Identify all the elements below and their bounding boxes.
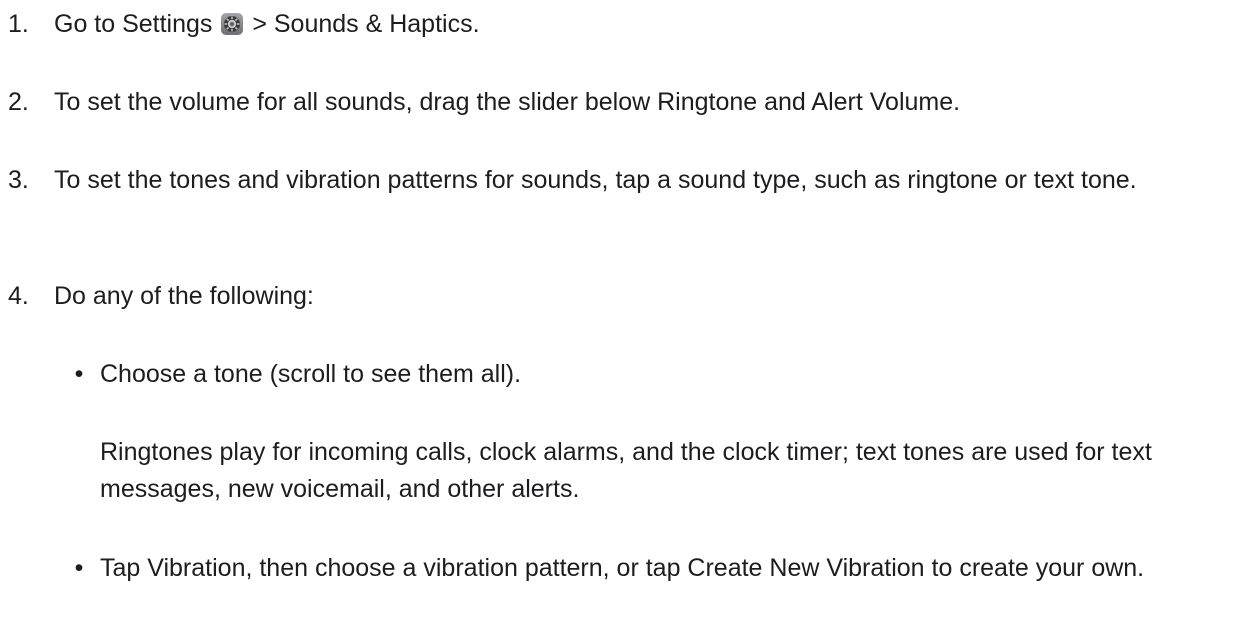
step-4: 4. Do any of the following:: [8, 278, 1201, 315]
step-3: 3. To set the tones and vibration patter…: [8, 162, 1201, 199]
step-2: 2. To set the volume for all sounds, dra…: [8, 84, 1201, 121]
step-number: 1.: [8, 10, 29, 38]
bullet-note-ringtones: Ringtones play for incoming calls, clock…: [100, 438, 1152, 503]
step-text: To set the tones and vibration patterns …: [54, 166, 1137, 194]
step-number: 4.: [8, 282, 29, 310]
step-text-before-icon: Go to Settings: [54, 10, 220, 38]
step-number: 2.: [8, 88, 29, 116]
settings-gear-icon: [221, 9, 244, 35]
step-number: 3.: [8, 166, 29, 194]
step-text-after-icon: > Sounds & Haptics.: [245, 10, 480, 38]
step-1: 1. Go to Settings > Sounds & Haptics.: [8, 6, 1201, 43]
bullet-item-vibration: • Tap Vibration, then choose a vibration…: [64, 550, 1201, 587]
bullet-item-choose-tone: • Choose a tone (scroll to see them all)…: [64, 356, 1201, 393]
step-text: Do any of the following:: [54, 282, 314, 310]
bullet-marker: •: [74, 360, 84, 388]
bullet-text: Choose a tone (scroll to see them all).: [100, 360, 522, 388]
bullet-marker: •: [74, 554, 84, 582]
step-text: Go to Settings > Sounds & Haptics.: [54, 6, 1201, 43]
instructions-list: 1. Go to Settings > Sounds & Haptics. 2.…: [0, 0, 1241, 621]
bullet-text: Tap Vibration, then choose a vibration p…: [100, 554, 1145, 582]
step-text: To set the volume for all sounds, drag t…: [54, 88, 961, 116]
